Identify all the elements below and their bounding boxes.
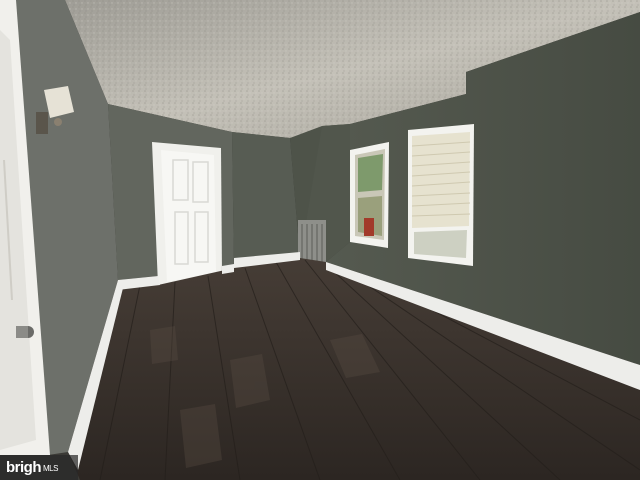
- room-illustration: [0, 0, 640, 480]
- window-right: [408, 124, 474, 266]
- watermark-suffix: MLS: [43, 463, 58, 473]
- door: [152, 142, 222, 285]
- window-left: [350, 142, 389, 248]
- window-blind: [412, 132, 470, 228]
- mls-watermark: brigh MLS: [0, 455, 78, 480]
- watermark-brand: brigh: [6, 459, 42, 476]
- room-photo: brigh MLS: [0, 0, 640, 480]
